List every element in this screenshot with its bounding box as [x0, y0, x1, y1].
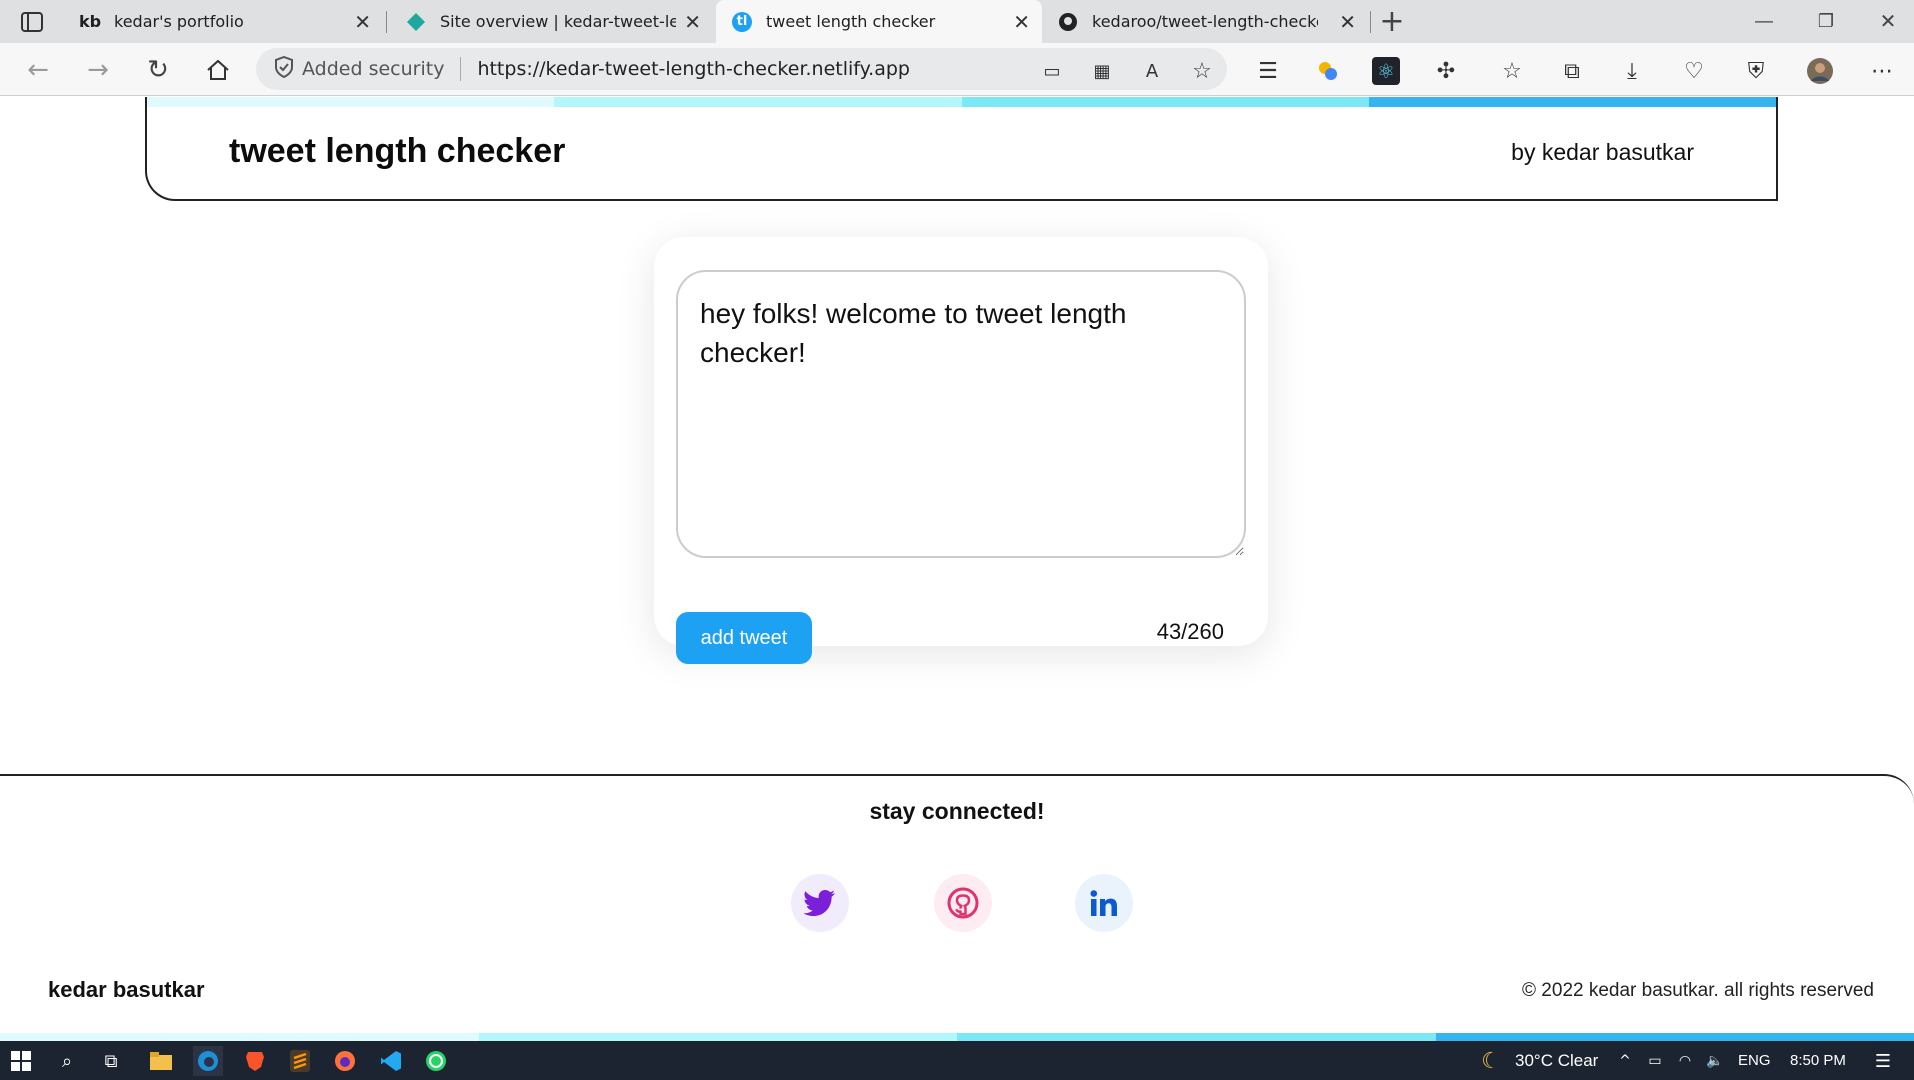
linkedin-icon [1090, 890, 1117, 916]
tweet-textarea[interactable] [676, 270, 1246, 558]
site-footer: stay connected! kedar basutkar © 2022 ke… [0, 774, 1914, 1041]
twitter-link[interactable] [791, 874, 849, 932]
twitter-icon [804, 890, 835, 917]
shield-icon[interactable] [274, 55, 294, 82]
notifications-icon[interactable]: ☰ [1868, 1046, 1898, 1076]
restore-icon[interactable]: ❐ [1812, 7, 1840, 35]
close-window-icon[interactable]: ✕ [1874, 7, 1902, 35]
file-explorer-icon[interactable] [146, 1046, 176, 1076]
extensions-icon[interactable]: ✣ [1432, 57, 1460, 85]
tab-portfolio[interactable]: kb kedar's portfolio ✕ [60, 0, 383, 43]
browser-essentials-icon[interactable]: ⛨ [1742, 57, 1770, 85]
add-tweet-button[interactable]: add tweet [676, 612, 812, 664]
stripe-segment [1435, 1033, 1914, 1041]
new-tab-button[interactable]: + [1378, 4, 1406, 39]
weather-text[interactable]: 30°C Clear [1515, 1051, 1598, 1071]
github-icon [947, 887, 979, 919]
windows-start-icon[interactable] [6, 1046, 36, 1076]
downloads-icon[interactable]: ⤓ [1618, 57, 1646, 85]
tab-title: kedar's portfolio [114, 12, 244, 31]
task-view-icon[interactable]: ⧉ [96, 1046, 126, 1076]
url-text[interactable]: https://kedar-tweet-length-checker.netli… [477, 58, 910, 80]
refresh-icon[interactable]: ↻ [144, 55, 172, 85]
stripe-segment [957, 1033, 1436, 1041]
vscode-icon[interactable] [376, 1046, 406, 1076]
tab-divider [386, 11, 387, 33]
close-icon[interactable]: ✕ [1339, 10, 1356, 34]
react-devtools-icon[interactable]: ⚛ [1372, 57, 1400, 85]
tweet-composer-card: add tweet 43/260 [654, 237, 1268, 664]
netlify-diamond-icon [406, 12, 426, 32]
web-page: tweet length checker by kedar basutkar a… [0, 97, 1914, 1041]
firefox-icon[interactable] [330, 1046, 360, 1076]
brave-icon[interactable] [240, 1046, 270, 1076]
close-icon[interactable]: ✕ [354, 10, 371, 34]
character-counter: 43/260 [1156, 619, 1224, 644]
favorites-icon[interactable]: ☆ [1498, 57, 1526, 85]
footer-gradient-stripe [0, 1033, 1914, 1041]
browser-toolbar: ← → ↻ Added security https://kedar-tweet… [0, 43, 1914, 96]
windows-taskbar: ⌕ ⧉ ☾ 30°C Clear ^ ▭ ◠ 🔈 ENG 8:50 PM ☰ [0, 1041, 1914, 1080]
copyright-text: © 2022 kedar basutkar. all rights reserv… [1522, 980, 1874, 1001]
tab-title: tweet length checker [766, 12, 936, 31]
battery-icon[interactable]: ▭ [1640, 1046, 1670, 1076]
volume-icon[interactable]: 🔈 [1700, 1046, 1730, 1076]
tab-tweet-length-checker[interactable]: tl tweet length checker ✕ [716, 0, 1042, 43]
close-icon[interactable]: ✕ [1013, 10, 1030, 34]
address-bar[interactable]: Added security https://kedar-tweet-lengt… [256, 48, 1227, 90]
apps-grid-icon[interactable]: ▦ [1088, 57, 1116, 85]
color-extension-icon[interactable] [1314, 57, 1342, 85]
security-label[interactable]: Added security [302, 58, 444, 80]
browser-tab-bar: kb kedar's portfolio ✕ Site overview | k… [0, 0, 1914, 43]
performance-icon[interactable]: ♡ [1680, 57, 1708, 85]
back-icon[interactable]: ← [24, 55, 52, 85]
tab-title: kedaroo/tweet-length-checker: c [1092, 12, 1318, 31]
moon-icon[interactable]: ☾ [1476, 1046, 1506, 1076]
tab-title: Site overview | kedar-tweet-leng [440, 12, 676, 31]
stripe-segment [478, 1033, 957, 1041]
close-icon[interactable]: ✕ [684, 10, 701, 34]
address-divider [460, 57, 462, 81]
footer-author-name: kedar basutkar [48, 977, 205, 1002]
stripe-segment [0, 1033, 479, 1041]
tab-netlify[interactable]: Site overview | kedar-tweet-leng ✕ [390, 0, 713, 43]
language-indicator[interactable]: ENG [1738, 1052, 1771, 1069]
footer-heading: stay connected! [869, 798, 1045, 824]
kb-favicon-icon: kb [78, 12, 102, 31]
edge-icon[interactable] [193, 1046, 223, 1076]
linkedin-link[interactable] [1075, 874, 1133, 932]
minimize-icon[interactable]: ― [1750, 7, 1778, 35]
read-aloud-icon[interactable]: A [1138, 57, 1166, 85]
clock-time[interactable]: 8:50 PM [1790, 1052, 1846, 1069]
github-icon [1058, 12, 1078, 32]
avatar[interactable] [1806, 57, 1834, 85]
wifi-icon[interactable]: ◠ [1670, 1046, 1700, 1076]
github-link[interactable] [934, 874, 992, 932]
more-options-icon[interactable]: ⋯ [1868, 57, 1896, 85]
author-byline: by kedar basutkar [1511, 139, 1694, 165]
search-icon[interactable]: ⌕ [52, 1046, 82, 1076]
tab-actions-icon[interactable] [18, 8, 46, 36]
tab-github[interactable]: kedaroo/tweet-length-checker: c ✕ [1042, 0, 1368, 43]
forward-icon[interactable]: → [84, 55, 112, 85]
sliders-icon[interactable]: ☰ [1254, 57, 1282, 85]
tab-divider [1370, 11, 1371, 33]
home-icon[interactable] [204, 56, 232, 84]
page-title: tweet length checker [229, 132, 566, 170]
site-header: tweet length checker by kedar basutkar [145, 97, 1778, 201]
add-favorite-icon[interactable]: ☆ [1188, 57, 1216, 85]
show-hidden-icons-icon[interactable]: ^ [1610, 1046, 1640, 1076]
tl-favicon-icon: tl [732, 11, 752, 32]
whatsapp-icon[interactable] [421, 1046, 451, 1076]
sublime-text-icon[interactable] [285, 1046, 315, 1076]
app-available-icon[interactable]: ▭ [1038, 57, 1066, 85]
collections-icon[interactable]: ⧉ [1558, 57, 1586, 85]
